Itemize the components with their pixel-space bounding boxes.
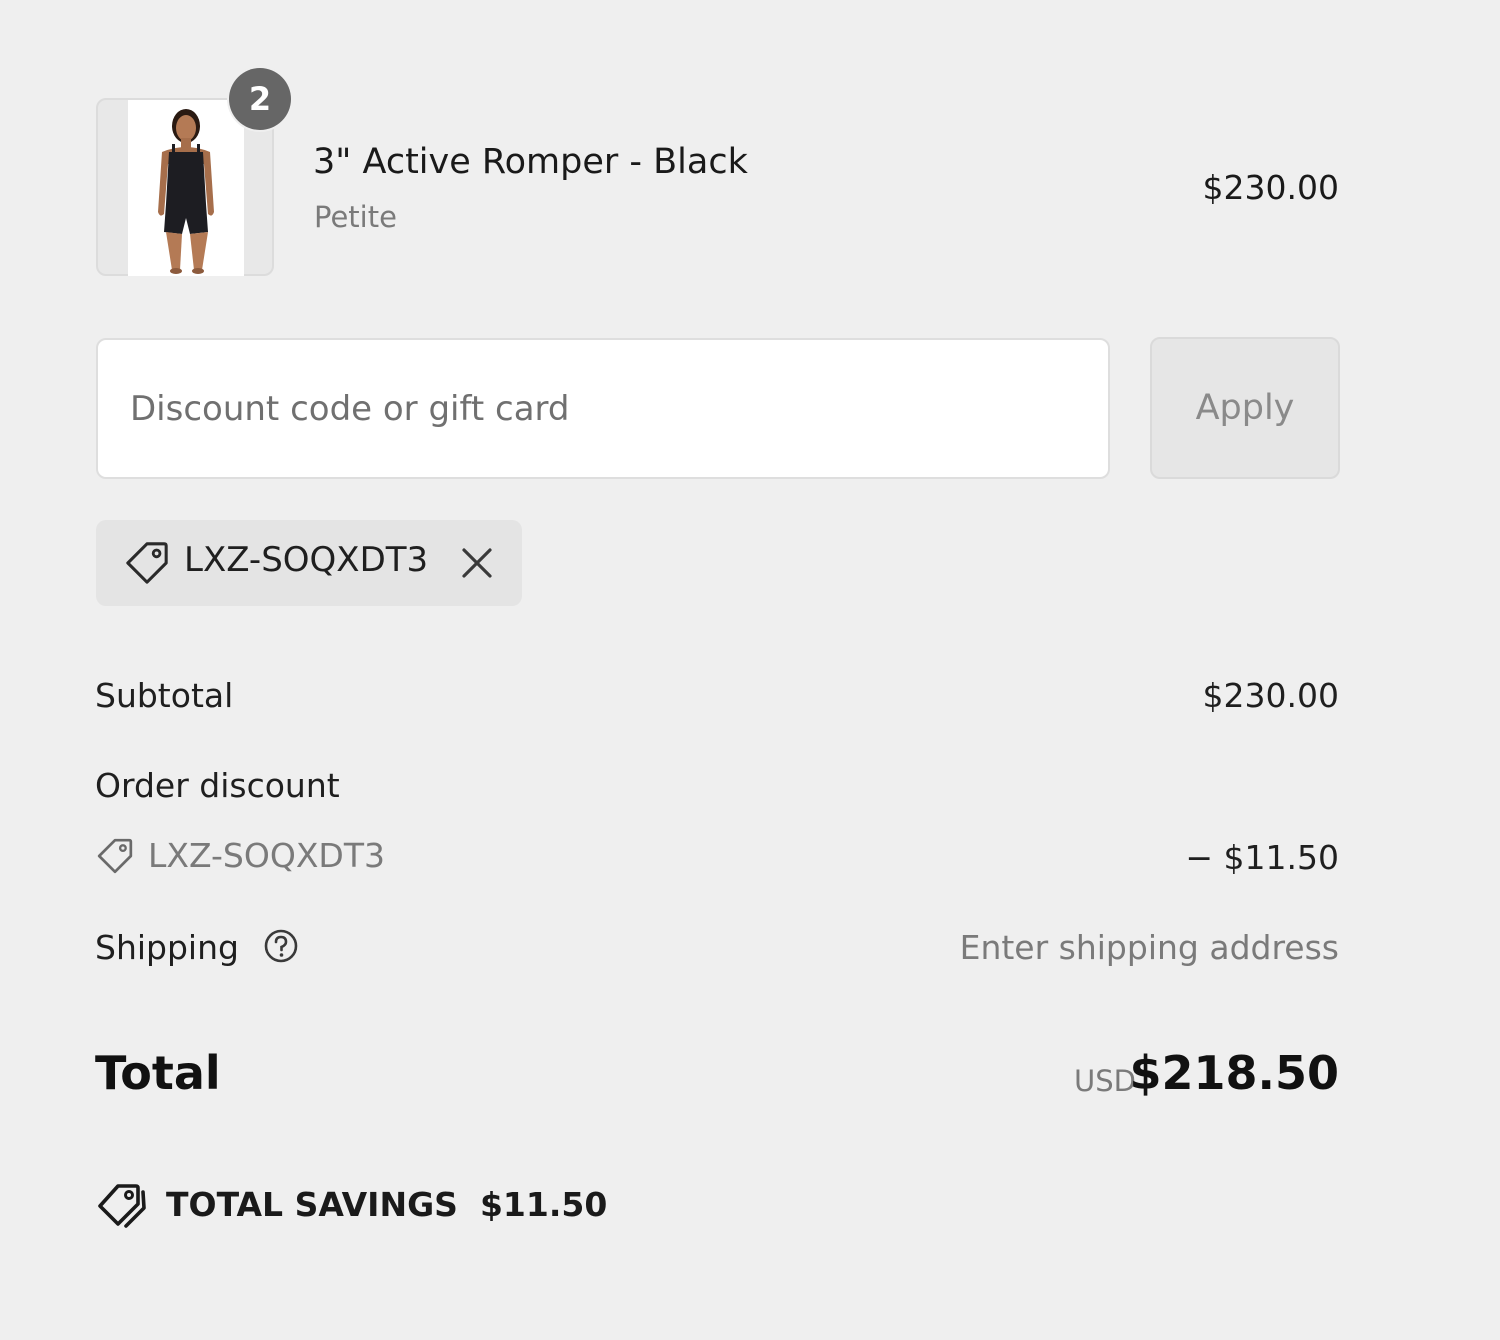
romper-image — [128, 100, 244, 276]
double-tag-icon — [98, 1184, 146, 1228]
total-amount: $218.50 — [1129, 1046, 1339, 1100]
shipping-label: Shipping — [95, 928, 239, 967]
order-discount-code: LXZ-SOQXDT3 — [96, 836, 385, 875]
total-label: Total — [95, 1046, 221, 1100]
discount-code-input[interactable] — [96, 338, 1110, 479]
product-variant: Petite — [314, 200, 397, 234]
product-name: 3" Active Romper - Black — [313, 142, 748, 182]
applied-discount-chip: LXZ-SOQXDT3 — [96, 520, 522, 606]
tag-icon — [126, 542, 168, 584]
order-discount-code-text: LXZ-SOQXDT3 — [148, 836, 385, 875]
tag-icon — [97, 838, 133, 873]
question-circle-icon[interactable] — [262, 927, 300, 965]
order-summary-panel: 2 3" Active Romper - Black Petite $230.0… — [0, 0, 1500, 1340]
quantity-badge: 2 — [229, 68, 291, 130]
total-savings-amount: $11.50 — [479, 1184, 608, 1224]
shipping-value: Enter shipping address — [959, 928, 1339, 967]
total-savings-label: TOTAL SAVINGS — [166, 1184, 458, 1224]
applied-code-label: LXZ-SOQXDT3 — [184, 540, 429, 580]
order-discount-label: Order discount — [95, 766, 340, 805]
total-savings: TOTAL SAVINGS $11.50 — [96, 1178, 607, 1230]
apply-button[interactable]: Apply — [1150, 337, 1340, 479]
order-discount-value: − $11.50 — [1185, 838, 1339, 877]
subtotal-label: Subtotal — [95, 676, 234, 715]
close-icon[interactable] — [456, 542, 498, 584]
product-photo — [128, 100, 244, 276]
subtotal-value: $230.00 — [1202, 676, 1339, 715]
total-currency: USD — [1074, 1064, 1136, 1098]
product-price: $230.00 — [1202, 168, 1339, 207]
